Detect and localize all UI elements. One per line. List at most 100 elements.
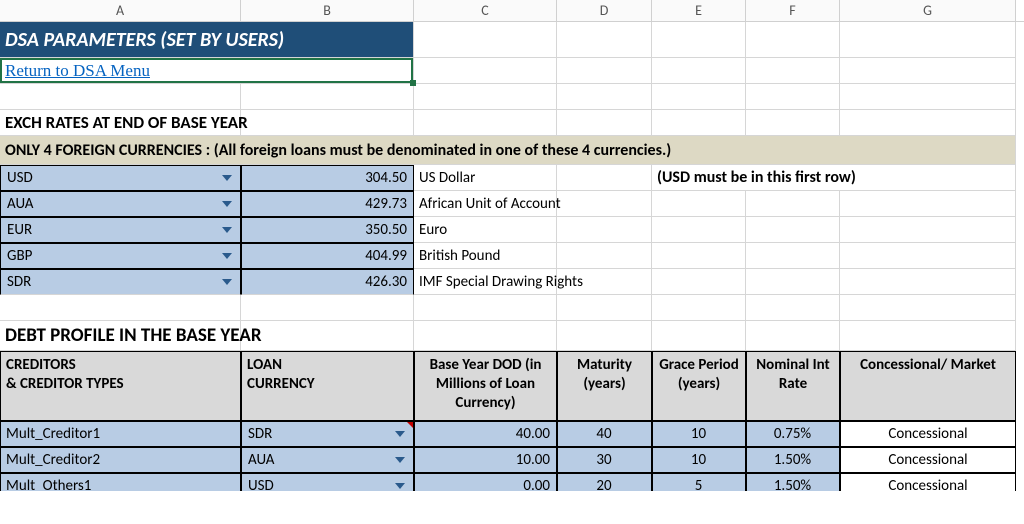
cell[interactable] <box>746 84 840 110</box>
col-creditors[interactable]: CREDITORS & CREDITOR TYPES <box>0 351 241 421</box>
col-header-c[interactable]: C <box>414 0 557 21</box>
concessional-value[interactable]: Concessional <box>840 447 1016 473</box>
cell[interactable] <box>557 191 652 217</box>
page-title[interactable]: DSA PARAMETERS (SET BY USERS) <box>0 22 414 58</box>
cell[interactable] <box>840 22 1016 58</box>
cell[interactable] <box>557 110 652 136</box>
cell[interactable] <box>840 243 1016 269</box>
currency-code-dropdown[interactable]: AUA <box>0 191 241 217</box>
cell[interactable] <box>840 84 1016 110</box>
currency-name[interactable]: African Unit of Account <box>414 191 557 217</box>
cell[interactable] <box>414 321 557 351</box>
exchange-rate-input[interactable]: 304.50 <box>241 165 414 191</box>
cell[interactable] <box>414 58 557 84</box>
cell[interactable] <box>840 269 1016 295</box>
cell[interactable] <box>652 243 746 269</box>
cell[interactable] <box>557 217 652 243</box>
concessional-value[interactable]: Concessional <box>840 421 1016 447</box>
cell[interactable] <box>840 191 1016 217</box>
cell[interactable] <box>840 295 1016 321</box>
cell[interactable] <box>746 110 840 136</box>
col-header-e[interactable]: E <box>652 0 746 21</box>
cell[interactable] <box>414 84 557 110</box>
loan-currency-dropdown[interactable]: USD <box>241 473 414 491</box>
cell[interactable] <box>840 58 1016 84</box>
cell[interactable] <box>241 295 414 321</box>
col-header-b[interactable]: B <box>241 0 414 21</box>
dod-input[interactable]: 0.00 <box>414 473 557 491</box>
cell[interactable] <box>746 191 840 217</box>
rate-input[interactable]: 0.75% <box>746 421 840 447</box>
col-header-d[interactable]: D <box>557 0 652 21</box>
rate-input[interactable]: 1.50% <box>746 473 840 491</box>
foreign-currencies-note[interactable]: ONLY 4 FOREIGN CURRENCIES : (All foreign… <box>0 136 1016 165</box>
cell[interactable] <box>652 217 746 243</box>
cell[interactable] <box>414 22 557 58</box>
cell[interactable] <box>652 110 746 136</box>
cell[interactable] <box>746 243 840 269</box>
cell[interactable] <box>652 84 746 110</box>
col-header-f[interactable]: F <box>746 0 840 21</box>
cell[interactable] <box>652 321 746 351</box>
cell[interactable] <box>557 58 652 84</box>
cell[interactable] <box>746 321 840 351</box>
creditor-name[interactable]: Mult_Others1 <box>0 473 241 491</box>
col-header-a[interactable]: A <box>0 0 241 21</box>
grace-input[interactable]: 10 <box>652 447 746 473</box>
cell[interactable] <box>840 217 1016 243</box>
cell[interactable] <box>0 84 241 110</box>
col-maturity[interactable]: Maturity (years) <box>557 351 652 421</box>
selection-handle[interactable] <box>410 80 416 86</box>
return-link[interactable]: Return to DSA Menu <box>5 61 150 81</box>
cell[interactable] <box>746 22 840 58</box>
currency-code-dropdown[interactable]: USD <box>0 165 241 191</box>
rate-input[interactable]: 1.50% <box>746 447 840 473</box>
cell[interactable] <box>746 269 840 295</box>
currency-name[interactable]: Euro <box>414 217 557 243</box>
usd-first-row-note[interactable]: (USD must be in this first row) <box>652 165 1016 191</box>
dod-input[interactable]: 10.00 <box>414 447 557 473</box>
col-header-g[interactable]: G <box>840 0 1016 21</box>
cell[interactable] <box>0 295 241 321</box>
col-base-year-dod[interactable]: Base Year DOD (in Millions of Loan Curre… <box>414 351 557 421</box>
cell[interactable] <box>414 295 557 321</box>
cell[interactable] <box>557 165 652 191</box>
cell[interactable] <box>652 295 746 321</box>
currency-code-dropdown[interactable]: GBP <box>0 243 241 269</box>
debt-profile-header[interactable]: DEBT PROFILE IN THE BASE YEAR <box>0 321 241 351</box>
cell[interactable] <box>652 191 746 217</box>
exchange-rate-input[interactable]: 350.50 <box>241 217 414 243</box>
cell[interactable] <box>840 321 1016 351</box>
return-link-cell[interactable]: Return to DSA Menu <box>0 58 414 84</box>
cell[interactable] <box>557 295 652 321</box>
cell[interactable] <box>746 58 840 84</box>
creditor-name[interactable]: Mult_Creditor1 <box>0 421 241 447</box>
cell[interactable] <box>241 321 414 351</box>
currency-name[interactable]: US Dollar <box>414 165 557 191</box>
exchange-rate-input[interactable]: 404.99 <box>241 243 414 269</box>
loan-currency-dropdown[interactable]: SDR <box>241 421 414 447</box>
exchange-rate-input[interactable]: 429.73 <box>241 191 414 217</box>
col-loan-currency[interactable]: LOAN CURRENCY <box>241 351 414 421</box>
grace-input[interactable]: 5 <box>652 473 746 491</box>
cell[interactable] <box>652 22 746 58</box>
maturity-input[interactable]: 20 <box>557 473 652 491</box>
creditor-name[interactable]: Mult_Creditor2 <box>0 447 241 473</box>
cell[interactable] <box>557 22 652 58</box>
currency-code-dropdown[interactable]: SDR <box>0 269 241 295</box>
maturity-input[interactable]: 30 <box>557 447 652 473</box>
concessional-value[interactable]: Concessional <box>840 473 1016 491</box>
cell[interactable] <box>746 217 840 243</box>
maturity-input[interactable]: 40 <box>557 421 652 447</box>
currency-code-dropdown[interactable]: EUR <box>0 217 241 243</box>
cell[interactable] <box>557 243 652 269</box>
dod-input[interactable]: 40.00 <box>414 421 557 447</box>
cell[interactable] <box>414 110 557 136</box>
cell[interactable] <box>241 110 414 136</box>
cell[interactable] <box>840 110 1016 136</box>
currency-name[interactable]: IMF Special Drawing Rights <box>414 269 557 295</box>
col-concessional-market[interactable]: Concessional/ Market <box>840 351 1016 421</box>
cell[interactable] <box>652 269 746 295</box>
cell[interactable] <box>241 84 414 110</box>
currency-name[interactable]: British Pound <box>414 243 557 269</box>
